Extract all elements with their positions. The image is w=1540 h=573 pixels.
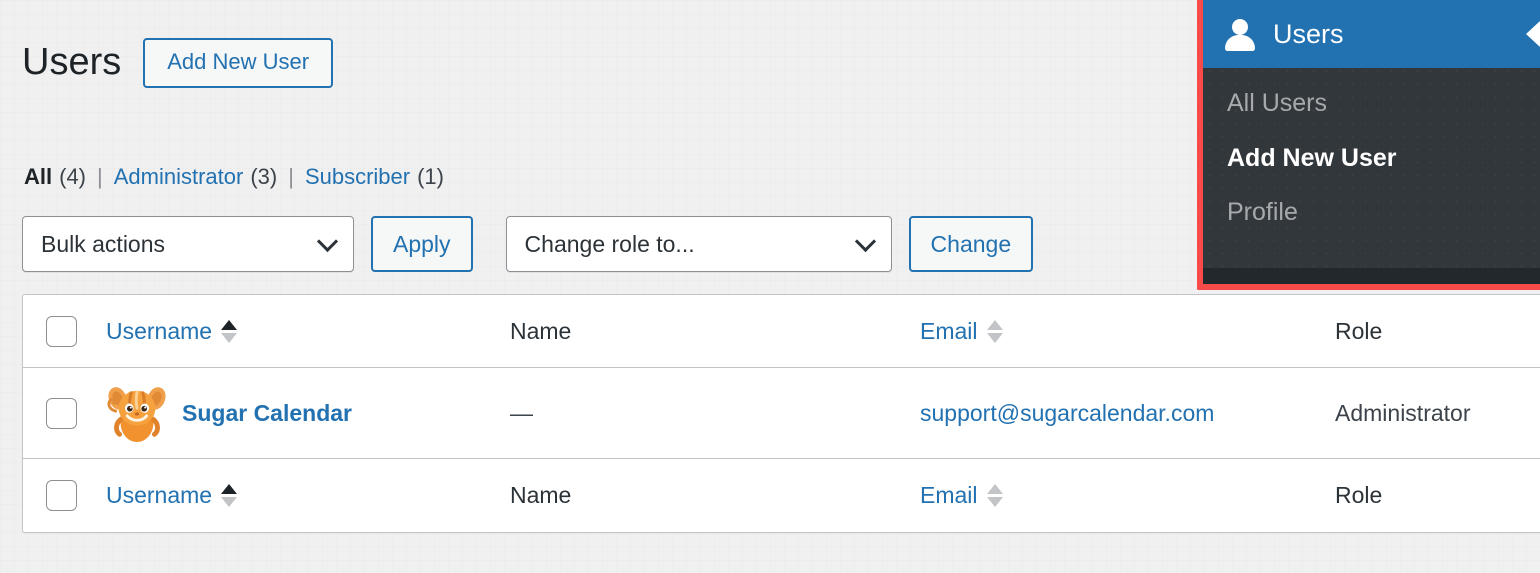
triangle-up-icon <box>221 319 238 330</box>
triangle-up-icon <box>986 319 1003 330</box>
add-new-user-button[interactable]: Add New User <box>143 38 334 89</box>
triangle-down-icon <box>986 497 1003 507</box>
sort-username-link[interactable]: Username <box>106 317 238 345</box>
admin-menu-footer-strip <box>1203 268 1540 284</box>
cell-username: Sugar Calendar <box>100 382 510 444</box>
sort-unsorted-icon <box>986 484 1003 507</box>
sort-username-link-bottom[interactable]: Username <box>106 482 238 509</box>
column-footer-name-label: Name <box>510 482 572 508</box>
column-footer-email[interactable]: Email <box>920 482 1335 509</box>
user-icon-body <box>1225 35 1255 51</box>
table-row: Sugar Calendar — support@sugarcalendar.c… <box>23 368 1540 459</box>
filter-link-administrator[interactable]: Administrator (3) <box>114 164 277 190</box>
cell-email: support@sugarcalendar.com <box>920 400 1335 427</box>
change-role-select[interactable]: Change role to... <box>505 216 892 272</box>
column-header-role: Role <box>1335 318 1540 345</box>
sort-email-link[interactable]: Email <box>920 318 1003 345</box>
table-navigation-top: Bulk actions Apply Change role to... Cha… <box>22 216 1034 272</box>
admin-menu-users-header[interactable]: Users <box>1203 0 1540 68</box>
column-footer-name: Name <box>510 482 920 509</box>
name-value: — <box>510 399 533 426</box>
select-all-cell-bottom <box>23 480 100 511</box>
admin-submenu: All Users Add New User Profile <box>1203 68 1540 268</box>
filter-link-administrator-count: (3) <box>250 164 278 189</box>
table-footer-row: Username Name Email Role <box>23 459 1540 532</box>
bulk-actions-selected-value: Bulk actions <box>41 230 166 257</box>
filter-link-subscriber-label: Subscriber <box>304 164 411 189</box>
column-header-email[interactable]: Email <box>920 318 1335 345</box>
row-select-cell <box>23 397 100 429</box>
filter-link-all-count: (4) <box>59 164 87 189</box>
column-header-username-label: Username <box>106 317 213 344</box>
column-header-role-label: Role <box>1335 317 1383 344</box>
column-footer-username[interactable]: Username <box>100 482 510 509</box>
column-footer-email-label: Email <box>920 482 978 508</box>
users-table: Username Name Email Role Sugar Calendar … <box>22 294 1540 533</box>
chevron-down-icon <box>854 230 876 253</box>
users-admin-menu: Users All Users Add New User Profile <box>1203 0 1540 284</box>
avatar <box>107 387 166 443</box>
select-all-checkbox-top[interactable] <box>46 315 77 347</box>
triangle-down-icon <box>221 497 238 507</box>
cell-role: Administrator <box>1335 400 1540 427</box>
sort-unsorted-icon <box>986 319 1003 343</box>
column-header-name-label: Name <box>510 317 572 344</box>
flyout-arrow-icon <box>1526 21 1540 47</box>
filter-separator: | <box>288 164 294 189</box>
sort-ascending-icon <box>221 484 238 507</box>
triangle-down-icon <box>221 332 238 343</box>
filter-separator: | <box>97 164 103 189</box>
column-header-name: Name <box>510 318 920 345</box>
column-footer-role: Role <box>1335 482 1540 509</box>
select-all-cell <box>23 315 100 347</box>
table-header-row: Username Name Email Role <box>23 295 1540 368</box>
change-role-button[interactable]: Change <box>908 216 1034 272</box>
change-role-selected-value: Change role to... <box>524 230 695 257</box>
sort-ascending-icon <box>221 319 238 343</box>
row-checkbox[interactable] <box>46 397 77 429</box>
triangle-down-icon <box>986 332 1003 343</box>
email-link[interactable]: support@sugarcalendar.com <box>920 400 1214 426</box>
submenu-item-all-users[interactable]: All Users <box>1227 89 1540 118</box>
triangle-up-icon <box>221 484 238 494</box>
chevron-down-icon <box>316 230 339 253</box>
triangle-up-icon <box>986 484 1003 494</box>
column-footer-username-label: Username <box>106 482 213 508</box>
column-header-email-label: Email <box>920 317 978 344</box>
user-icon <box>1225 18 1255 51</box>
column-header-username[interactable]: Username <box>100 318 510 345</box>
filter-link-all-label: All <box>24 164 53 189</box>
user-icon-head <box>1232 19 1248 35</box>
username-link[interactable]: Sugar Calendar <box>182 400 352 427</box>
sort-email-link-bottom[interactable]: Email <box>920 482 1003 509</box>
submenu-item-add-new-user[interactable]: Add New User <box>1227 144 1540 173</box>
admin-menu-title: Users <box>1273 18 1344 49</box>
bulk-actions-select[interactable]: Bulk actions <box>22 216 354 272</box>
filter-link-all[interactable]: All (4) <box>24 164 86 190</box>
select-all-checkbox-bottom[interactable] <box>46 480 77 511</box>
apply-button[interactable]: Apply <box>371 216 473 272</box>
cell-name: — <box>510 400 920 427</box>
page-title: Users <box>22 41 122 84</box>
filter-link-subscriber-count: (1) <box>417 164 444 189</box>
user-role-filter-links: All (4) | Administrator (3) | Subscriber… <box>24 164 444 190</box>
page-header: Users Add New User <box>22 38 334 89</box>
role-value: Administrator <box>1335 399 1471 426</box>
users-admin-menu-highlight: Users All Users Add New User Profile <box>1197 0 1540 290</box>
column-footer-role-label: Role <box>1335 482 1383 508</box>
filter-link-administrator-label: Administrator <box>113 164 244 189</box>
filter-link-subscriber[interactable]: Subscriber (1) <box>305 164 444 190</box>
submenu-item-profile[interactable]: Profile <box>1227 198 1540 227</box>
